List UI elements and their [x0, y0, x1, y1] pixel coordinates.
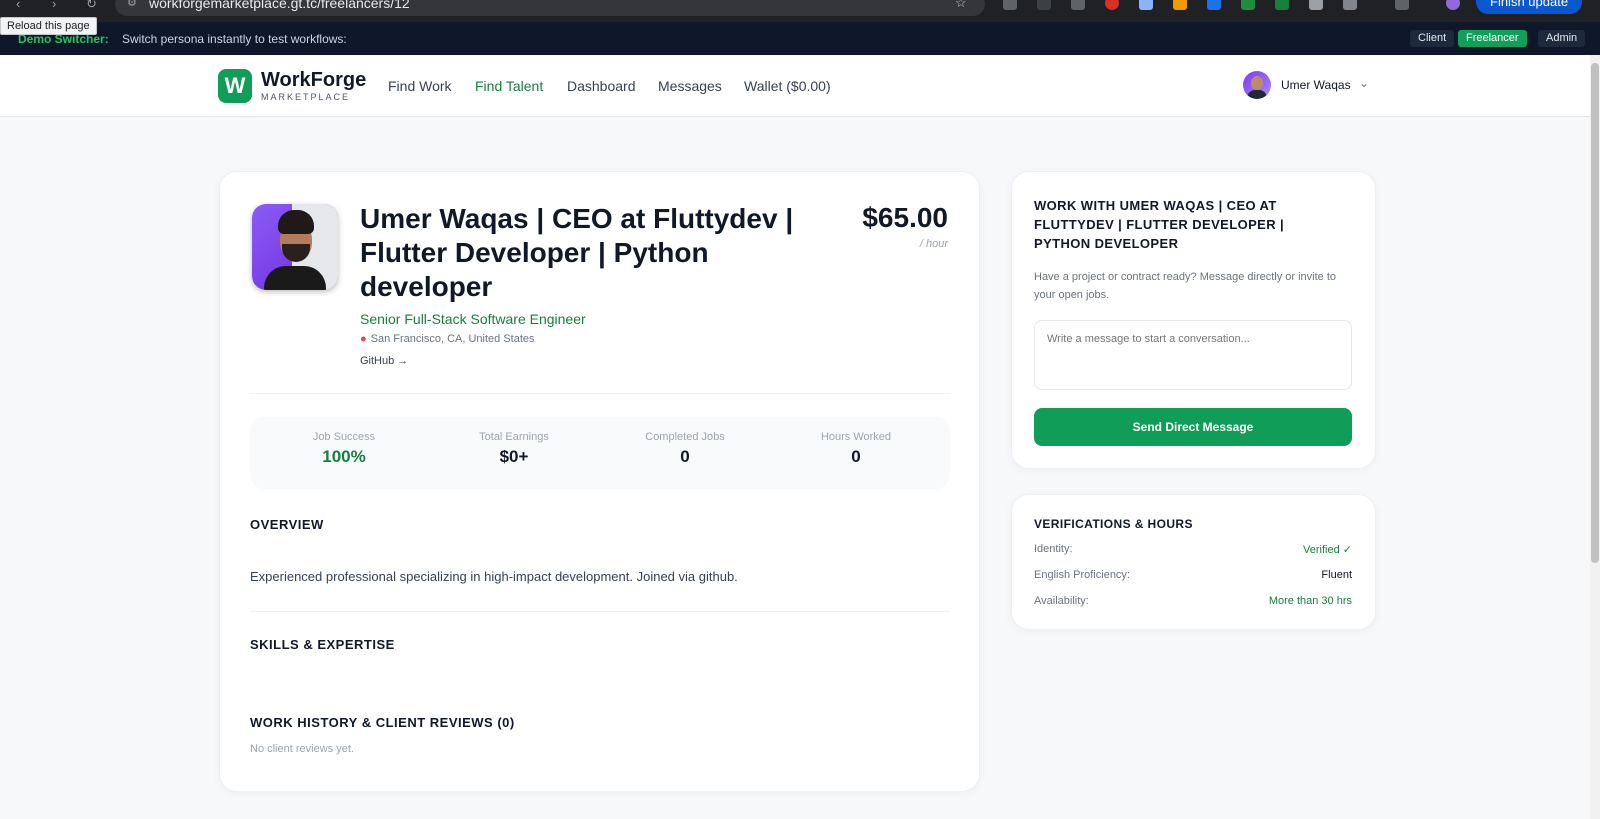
stats-panel: Job Success 100% Total Earnings $0+ Comp…: [250, 417, 950, 489]
no-reviews-text: No client reviews yet.: [250, 743, 354, 755]
stat-total-earnings: Total Earnings $0+: [429, 431, 599, 467]
brand-name[interactable]: WorkForge: [261, 69, 366, 92]
contact-description: Have a project or contract ready? Messag…: [1034, 271, 1337, 301]
persona-freelancer-button[interactable]: Freelancer: [1458, 30, 1527, 47]
profile-card: Umer Waqas | CEO at Fluttydev | Flutter …: [219, 171, 980, 792]
extension-icon[interactable]: [1241, 0, 1255, 10]
demo-switcher-bar: Demo Switcher: Switch persona instantly …: [0, 22, 1600, 55]
stat-label: Completed Jobs: [645, 431, 725, 443]
bookmark-star-icon[interactable]: ☆: [955, 0, 967, 11]
verifications-title: VERIFICATIONS & HOURS: [1034, 517, 1193, 531]
location-pin-icon: ●: [360, 333, 367, 345]
reload-tooltip: Reload this page: [0, 17, 97, 35]
profile-avatar: [252, 204, 338, 290]
user-avatar[interactable]: [1243, 71, 1271, 99]
stat-value: 0: [851, 447, 861, 466]
top-navigation: W WorkForge MARKETPLACE Find Work Find T…: [0, 55, 1600, 117]
site-info-icon[interactable]: ⚙: [127, 0, 137, 9]
profile-icon[interactable]: [1446, 0, 1460, 10]
overview-text: Experienced professional specializing in…: [250, 569, 738, 584]
verification-label: Identity:: [1034, 543, 1073, 555]
send-direct-message-button[interactable]: Send Direct Message: [1034, 408, 1352, 446]
stat-completed-jobs: Completed Jobs 0: [600, 431, 770, 467]
verification-value: More than 30 hrs: [1268, 595, 1352, 607]
stat-job-success: Job Success 100%: [259, 431, 429, 467]
extension-puzzle-icon[interactable]: [1343, 0, 1357, 10]
browser-chrome: ‹ › ↻ ⚙ workforgemarketplace.gt.tc/freel…: [0, 0, 1600, 22]
persona-admin-button[interactable]: Admin: [1538, 30, 1586, 47]
verification-value: Verified ✓: [1303, 544, 1352, 556]
nav-find-talent[interactable]: Find Talent: [475, 78, 543, 94]
extension-icon[interactable]: [1037, 0, 1051, 10]
stat-value: 0: [680, 447, 690, 466]
github-link[interactable]: GitHub →: [360, 355, 408, 367]
devtools-icon[interactable]: [1395, 0, 1409, 10]
work-history-heading: WORK HISTORY & CLIENT REVIEWS (0): [250, 715, 515, 730]
page-scrollbar[interactable]: [1590, 55, 1600, 819]
stat-label: Hours Worked: [820, 431, 892, 443]
message-input[interactable]: [1034, 320, 1352, 390]
skills-heading: SKILLS & EXPERTISE: [250, 637, 395, 652]
profile-title: Umer Waqas | CEO at Fluttydev | Flutter …: [360, 203, 794, 302]
nav-wallet[interactable]: Wallet ($0.00): [744, 78, 831, 94]
location-text: San Francisco, CA, United States: [370, 333, 535, 345]
nav-dashboard[interactable]: Dashboard: [567, 78, 636, 94]
address-bar[interactable]: ⚙ workforgemarketplace.gt.tc/freelancers…: [115, 0, 985, 16]
nav-find-work[interactable]: Find Work: [388, 78, 452, 94]
divider: [250, 611, 950, 612]
divider: [250, 393, 950, 394]
extension-icon[interactable]: [1139, 0, 1153, 10]
demo-switcher-description: Switch persona instantly to test workflo…: [122, 32, 347, 46]
persona-client-button[interactable]: Client: [1410, 30, 1455, 47]
logo-icon[interactable]: W: [218, 69, 252, 103]
stat-label: Total Earnings: [479, 431, 549, 443]
nav-messages[interactable]: Messages: [658, 78, 722, 94]
back-icon[interactable]: ‹: [16, 0, 20, 11]
extension-icon[interactable]: [1275, 0, 1289, 10]
extension-icon[interactable]: [1105, 0, 1119, 10]
profile-location: ● San Francisco, CA, United States: [360, 333, 535, 345]
extension-icon[interactable]: [1071, 0, 1085, 10]
url-text: workforgemarketplace.gt.tc/freelancers/1…: [149, 0, 410, 11]
forward-icon[interactable]: ›: [52, 0, 56, 11]
verifications-card: VERIFICATIONS & HOURS Identity: Verified…: [1011, 494, 1376, 630]
extension-icon[interactable]: [1207, 0, 1221, 10]
stat-label: Job Success: [312, 431, 376, 443]
extension-icon[interactable]: [1173, 0, 1187, 10]
chevron-down-icon[interactable]: ⌄: [1359, 76, 1369, 90]
finish-update-button[interactable]: Finish update: [1476, 0, 1583, 14]
stat-hours-worked: Hours Worked 0: [771, 431, 941, 467]
verification-label: English Proficiency:: [1034, 569, 1130, 581]
overview-heading: OVERVIEW: [250, 517, 324, 532]
user-name[interactable]: Umer Waqas: [1281, 78, 1351, 92]
scrollbar-thumb[interactable]: [1591, 63, 1599, 563]
stat-value: $0+: [499, 447, 529, 466]
verification-value: Fluent: [1321, 569, 1352, 581]
reload-icon[interactable]: ↻: [86, 0, 97, 12]
stat-value: 100%: [322, 447, 366, 466]
contact-title: WORK WITH UMER WAQAS | CEO AT FLUTTYDEV …: [1034, 198, 1285, 251]
extension-icon[interactable]: [1309, 0, 1323, 10]
profile-role: Senior Full-Stack Software Engineer: [360, 311, 586, 327]
extension-icon[interactable]: [1003, 0, 1017, 10]
rate-unit: / hour: [919, 238, 948, 250]
hourly-rate: $65.00: [862, 202, 948, 233]
brand-subtitle: MARKETPLACE: [261, 92, 351, 102]
verification-label: Availability:: [1034, 595, 1089, 607]
contact-card: WORK WITH UMER WAQAS | CEO AT FLUTTYDEV …: [1011, 171, 1376, 469]
